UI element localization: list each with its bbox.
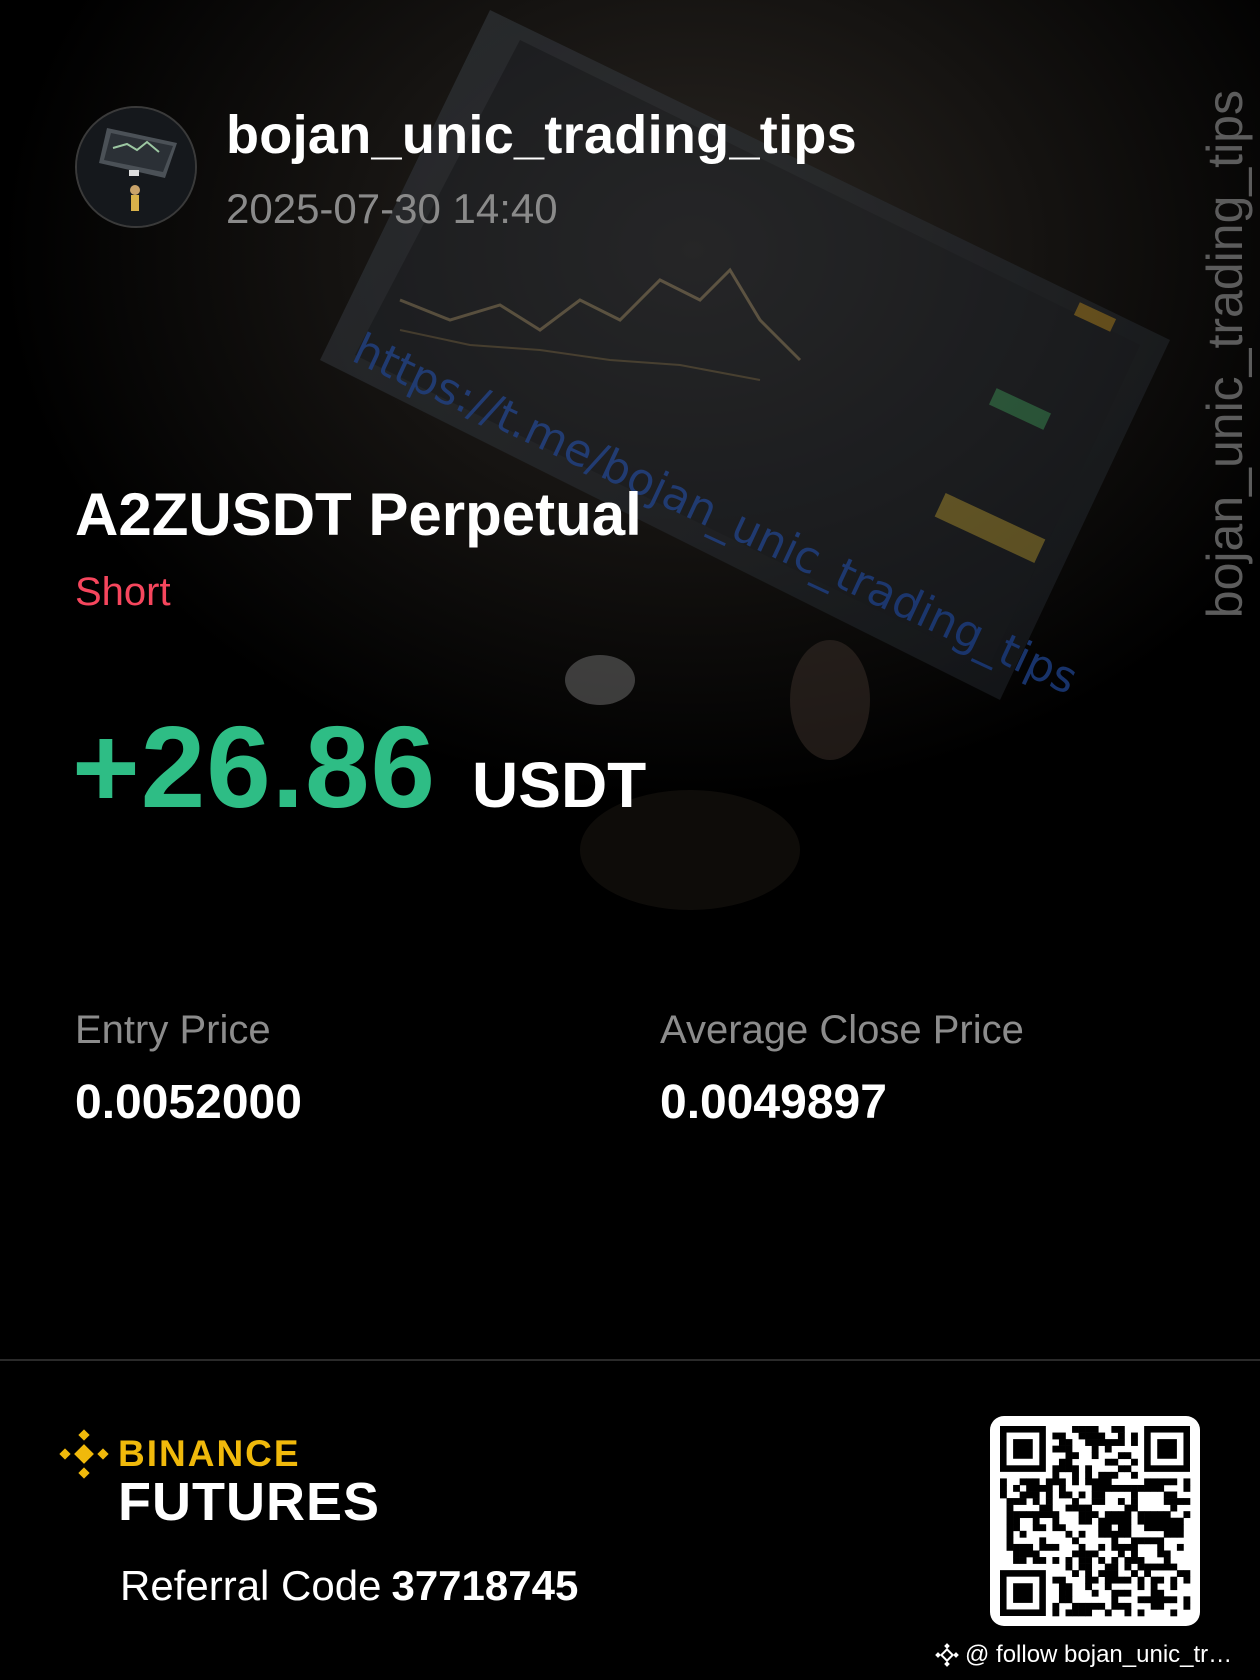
follow-link[interactable]: @ follow bojan_unic_tr… [935,1640,1245,1670]
footer-divider [0,1359,1260,1361]
pnl-value: +26.86 [72,702,437,832]
vertical-watermark: bojan_unic_trading_tips [1196,90,1254,618]
referral-label: Referral Code [120,1562,382,1609]
position-side: Short [75,570,171,614]
binance-logo-icon [59,1429,109,1479]
avatar[interactable] [75,106,197,228]
average-close-price-label: Average Close Price [660,1008,1024,1052]
watermark-text: bojan_unic_trading_tips [1197,90,1253,619]
follow-text: @ follow bojan_unic_tr… [965,1641,1233,1668]
pnl-display: +26.86 USDT [72,700,646,834]
pnl-unit: USDT [472,749,647,821]
brand-futures: FUTURES [118,1472,380,1532]
referral: Referral Code 37718745 [120,1562,578,1610]
binance-small-icon [935,1643,959,1667]
brand-binance: BINANCE [118,1433,301,1474]
qr-code-image [1000,1426,1191,1617]
average-close-price-value: 0.0049897 [660,1076,887,1129]
avatar-image [77,108,195,226]
entry-price-label: Entry Price [75,1008,271,1052]
referral-code: 37718745 [391,1562,579,1609]
qr-code[interactable] [990,1416,1200,1626]
entry-price-value: 0.0052000 [75,1076,302,1129]
username: bojan_unic_trading_tips [226,105,857,165]
timestamp: 2025-07-30 14:40 [226,185,558,232]
contract-symbol: A2ZUSDT Perpetual [75,481,642,548]
